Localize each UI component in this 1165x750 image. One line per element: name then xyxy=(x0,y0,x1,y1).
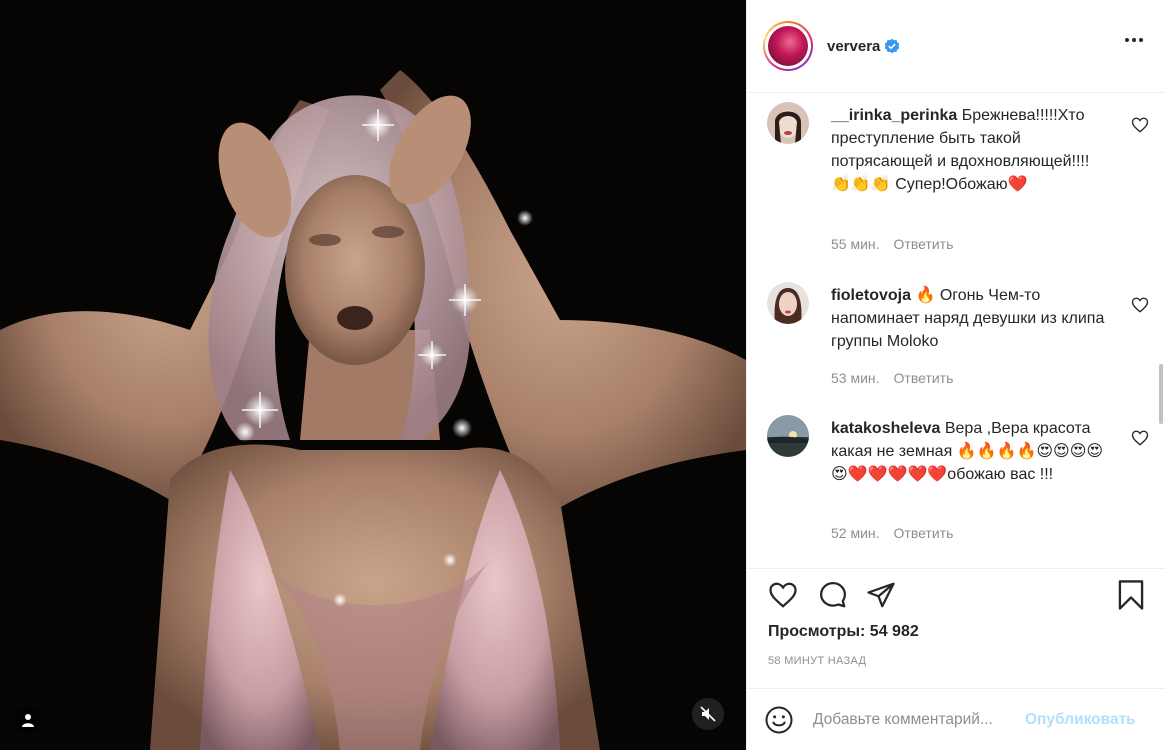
comments-list: __irinka_perinka Брежнева!!!!!Хто престу… xyxy=(747,94,1152,568)
comment-username[interactable]: fioletovoja xyxy=(831,287,911,304)
comment-like-icon[interactable] xyxy=(1131,116,1149,134)
comments-scrollbar[interactable] xyxy=(1155,94,1165,568)
commenter-avatar[interactable] xyxy=(767,415,809,457)
commenter-avatar[interactable] xyxy=(767,102,809,144)
publish-button[interactable]: Опубликовать xyxy=(1025,711,1136,729)
comment-icon xyxy=(820,582,846,608)
reply-button[interactable]: Ответить xyxy=(894,525,954,541)
verified-icon xyxy=(885,38,900,54)
comment-input[interactable] xyxy=(813,710,1021,729)
add-comment-bar: Опубликовать xyxy=(747,688,1165,750)
comment-username[interactable]: __irinka_perinka xyxy=(831,107,957,124)
user-tag-icon xyxy=(22,714,34,727)
emoji-button[interactable] xyxy=(763,704,795,736)
comment-like-icon[interactable] xyxy=(1131,429,1149,447)
comment-time[interactable]: 55 мин. xyxy=(831,236,880,252)
emoji-icon xyxy=(765,706,793,733)
commenter-avatar[interactable] xyxy=(767,282,809,324)
comment-time[interactable]: 52 мин. xyxy=(831,525,880,541)
video-frame xyxy=(0,0,746,750)
comment-time[interactable]: 53 мин. xyxy=(831,370,880,386)
reply-button[interactable]: Ответить xyxy=(894,370,954,386)
more-icon[interactable] xyxy=(1125,38,1143,42)
views-count[interactable]: Просмотры: 54 982 xyxy=(768,623,919,641)
mute-icon xyxy=(700,706,716,722)
post-actions: Просмотры: 54 982 58 минут назад xyxy=(747,568,1165,667)
comment-like-icon[interactable] xyxy=(1131,296,1149,314)
user-tag-button[interactable] xyxy=(14,706,42,734)
mute-button[interactable] xyxy=(692,698,724,730)
post-media[interactable] xyxy=(0,0,746,750)
post-timestamp[interactable]: 58 минут назад xyxy=(768,655,866,667)
share-button[interactable] xyxy=(865,579,897,611)
post-sidebar: ververa __irinka_perinka Брежнева!!!!!Хт… xyxy=(746,0,1165,750)
views-label: Просмотры: xyxy=(768,623,866,640)
comment-username[interactable]: katakosheleva xyxy=(831,420,940,437)
author-avatar[interactable] xyxy=(763,21,813,71)
like-button[interactable] xyxy=(767,579,799,611)
share-icon xyxy=(867,582,895,608)
author-username[interactable]: ververa xyxy=(827,38,880,55)
views-value: 54 982 xyxy=(869,623,919,640)
like-icon xyxy=(769,582,797,608)
save-icon xyxy=(1118,580,1144,610)
save-button[interactable] xyxy=(1115,579,1147,611)
comment-button[interactable] xyxy=(817,579,849,611)
reply-button[interactable]: Ответить xyxy=(894,236,954,252)
post-header: ververa xyxy=(747,0,1165,93)
